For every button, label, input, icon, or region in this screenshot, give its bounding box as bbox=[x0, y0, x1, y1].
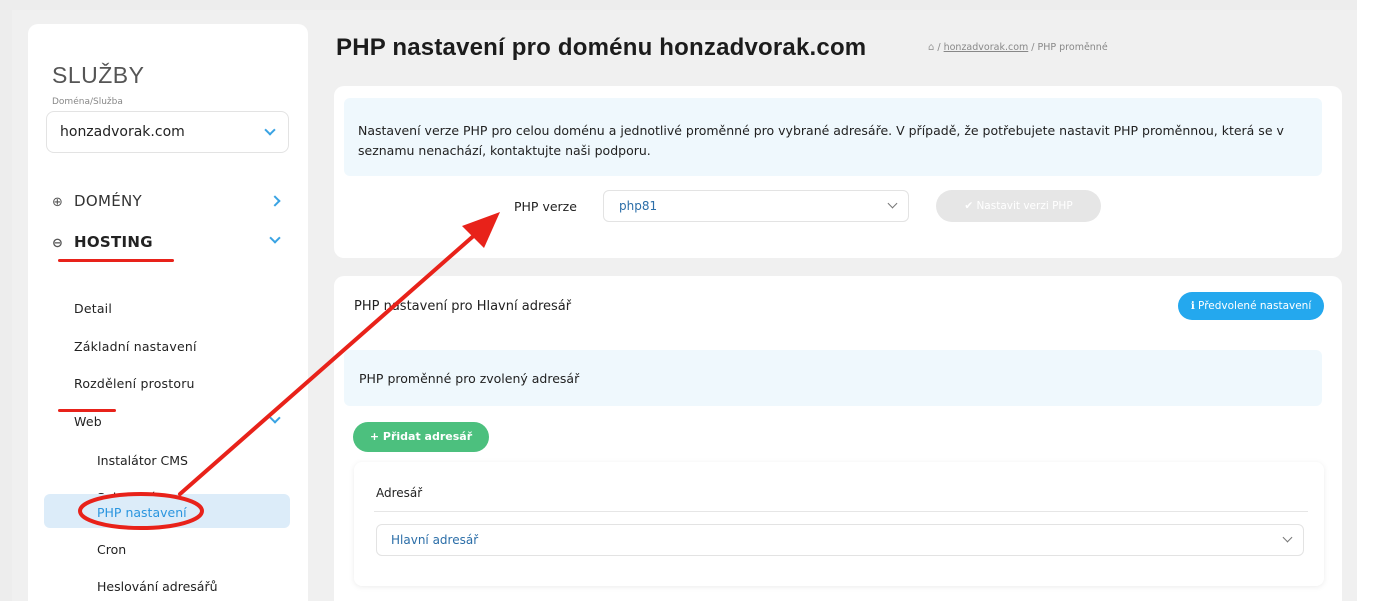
right-edge bbox=[1357, 0, 1375, 601]
breadcrumb-separator: / bbox=[937, 42, 941, 53]
directory-select[interactable]: Hlavní adresář bbox=[376, 524, 1304, 556]
nav-domeny-label: DOMÉNY bbox=[74, 192, 142, 210]
chevron-down-icon bbox=[264, 124, 276, 136]
php-version-label: PHP verze bbox=[514, 199, 577, 214]
sidebar: SLUŽBY Doména/Služba honzadvorak.com ⊕ DO… bbox=[28, 24, 308, 601]
vars-heading: PHP proměnné pro zvolený adresář bbox=[359, 371, 580, 386]
chevron-down-icon bbox=[887, 198, 898, 209]
vars-heading-box: PHP proměnné pro zvolený adresář bbox=[344, 350, 1322, 406]
info-box: Nastavení verze PHP pro celou doménu a j… bbox=[344, 98, 1322, 176]
default-settings-button[interactable]: ℹ Předvolené nastavení bbox=[1178, 292, 1324, 320]
divider bbox=[374, 511, 1308, 512]
server-icon: ⊖ bbox=[52, 236, 64, 251]
sidebar-title: SLUŽBY bbox=[52, 62, 145, 88]
sidebar-item-directory-passwords[interactable]: Heslování adresářů bbox=[97, 579, 218, 594]
info-text: Nastavení verze PHP pro celou doménu a j… bbox=[358, 123, 1284, 158]
breadcrumb: ⌂ / honzadvorak.com / PHP proměnné bbox=[928, 42, 1108, 53]
sidebar-item-space-allocation[interactable]: Rozdělení prostoru bbox=[74, 376, 195, 391]
directory-panel: Adresář Hlavní adresář bbox=[354, 462, 1324, 586]
directory-settings-card: PHP nastavení pro Hlavní adresář ℹ Předv… bbox=[334, 276, 1342, 601]
chevron-down-icon[interactable] bbox=[269, 232, 281, 244]
sidebar-item-cron[interactable]: Cron bbox=[97, 542, 126, 557]
sidebar-item-cms-installer[interactable]: Instalátor CMS bbox=[97, 453, 188, 468]
directory-label: Adresář bbox=[376, 486, 423, 500]
add-directory-button[interactable]: + Přidat adresář bbox=[353, 422, 489, 452]
domain-select[interactable]: honzadvorak.com bbox=[46, 111, 289, 153]
php-version-card: Nastavení verze PHP pro celou doménu a j… bbox=[334, 86, 1342, 258]
sidebar-item-detail[interactable]: Detail bbox=[74, 301, 112, 316]
globe-icon: ⊕ bbox=[52, 195, 64, 210]
sidebar-item-basic-settings[interactable]: Základní nastavení bbox=[74, 339, 197, 354]
directory-settings-title: PHP nastavení pro Hlavní adresář bbox=[354, 299, 572, 314]
chevron-down-icon[interactable] bbox=[269, 412, 281, 424]
sidebar-item-web[interactable]: Web bbox=[74, 414, 102, 429]
domain-select-value: honzadvorak.com bbox=[60, 124, 185, 140]
set-php-version-button[interactable]: ✔ Nastavit verzi PHP bbox=[936, 190, 1101, 222]
page-title: PHP nastavení pro doménu honzadvorak.com bbox=[336, 34, 867, 61]
annotation-underline-hosting bbox=[58, 259, 174, 262]
php-version-select[interactable]: php81 bbox=[603, 190, 909, 222]
nav-hosting-label: HOSTING bbox=[74, 233, 153, 251]
nav-domeny[interactable]: ⊕ DOMÉNY bbox=[52, 192, 142, 210]
breadcrumb-separator: / bbox=[1031, 42, 1035, 53]
domain-select-label: Doména/Služba bbox=[52, 97, 123, 107]
chevron-down-icon bbox=[1282, 532, 1293, 543]
sidebar-item-php-settings[interactable]: PHP nastavení bbox=[97, 505, 187, 520]
breadcrumb-domain-link[interactable]: honzadvorak.com bbox=[944, 42, 1029, 53]
directory-select-value: Hlavní adresář bbox=[391, 533, 479, 547]
breadcrumb-current: PHP proměnné bbox=[1037, 42, 1108, 53]
nav-hosting[interactable]: ⊖ HOSTING bbox=[52, 233, 153, 251]
php-version-value: php81 bbox=[619, 199, 658, 213]
annotation-underline-web bbox=[58, 409, 116, 412]
chevron-right-icon[interactable] bbox=[269, 195, 281, 207]
home-icon[interactable]: ⌂ bbox=[928, 42, 934, 53]
